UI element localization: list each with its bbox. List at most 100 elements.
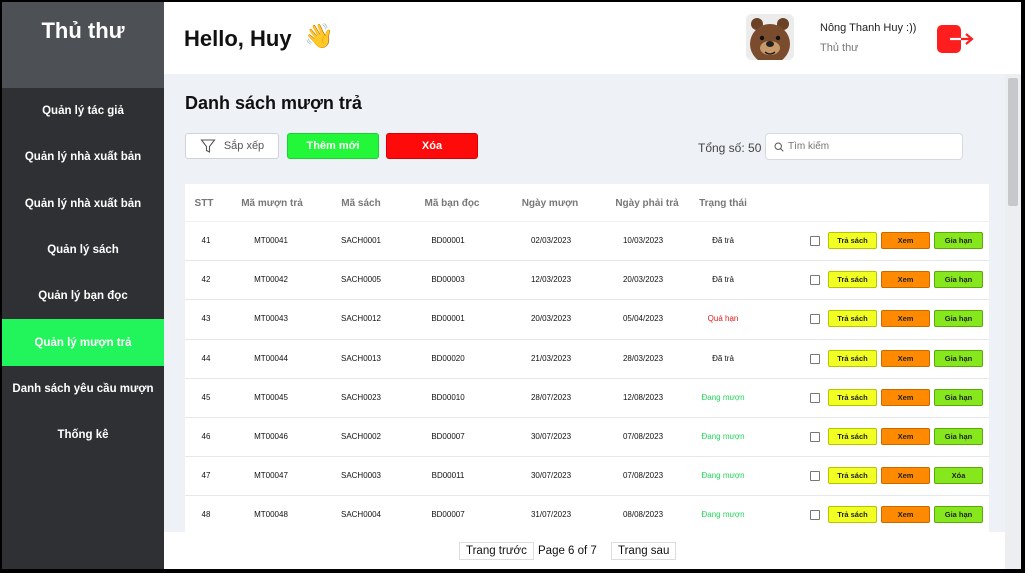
extend-button[interactable]: Gia hạn [934,506,983,524]
cell-reader-id: BD00007 [431,510,465,520]
row-checkbox[interactable] [810,353,820,364]
delete-row-button[interactable]: Xóa [934,467,983,485]
column-header-loan-id: Mã mượn trả [241,198,303,209]
return-book-button[interactable]: Trả sách [828,232,877,249]
sort-button[interactable]: Sắp xếp [185,133,279,159]
add-new-button[interactable]: Thêm mới [287,133,379,159]
sidebar-header: Thủ thư [2,2,164,88]
sidebar-item-statistics[interactable]: Thống kê [2,412,164,458]
extend-button[interactable]: Gia hạn [934,271,983,289]
extend-button[interactable]: Gia hạn [934,310,983,328]
row-checkbox[interactable] [810,236,820,246]
sidebar-item-borrow-requests[interactable]: Danh sách yêu cầu mượn [2,366,164,412]
return-book-button[interactable]: Trả sách [828,427,877,445]
return-book-button[interactable]: Trả sách [828,506,877,524]
view-button[interactable]: Xem [881,506,930,524]
cell-borrow-date: 20/03/2023 [530,314,572,324]
return-book-button[interactable]: Trả sách [828,388,877,406]
row-checkbox[interactable] [810,392,820,403]
sidebar-item-label: Quản lý bạn đọc [38,290,128,303]
cell-book-id: SACH0012 [340,314,382,324]
table-row: 45 MT00045 SACH0023 BD00010 28/07/2023 12/08/… [185,379,989,418]
scrollbar-thumb[interactable] [1008,78,1018,206]
sidebar-nav: Quản lý tác giả Quản lý nhà xuất bản Quả… [2,88,164,458]
view-button[interactable]: Xem [881,349,930,367]
cell-loan-id: MT00043 [254,314,288,324]
cell-loan-id: MT00044 [254,353,288,363]
table-row: 43 MT00043 SACH0012 BD00001 20/03/2023 05/04/… [185,300,989,340]
next-page-button[interactable]: Trang sau [611,542,677,560]
sidebar-item-label: Quản lý nhà xuất bản [24,151,142,164]
cell-status: Đang mượn [701,510,745,520]
previous-page-button[interactable]: Trang trước [459,542,534,560]
user-name: Nông Thanh Huy :)) [820,22,917,34]
cell-status: Đang mượn [701,431,745,441]
sidebar-item-publishers-2[interactable]: Quản lý nhà xuất bản [2,181,164,227]
cell-due-date: 05/04/2023 [622,314,664,324]
cell-status: Đã trả [712,236,734,245]
view-button[interactable]: Xem [881,467,930,485]
cell-stt: 43 [201,314,211,324]
sidebar-item-books[interactable]: Quản lý sách [2,227,164,273]
return-book-button[interactable]: Trả sách [828,310,877,328]
row-checkbox[interactable] [810,471,820,482]
row-checkbox[interactable] [810,510,820,521]
sidebar-item-publishers[interactable]: Quản lý nhà xuất bản [2,134,164,180]
extend-button[interactable]: Gia hạn [934,232,983,249]
extend-button[interactable]: Gia hạn [934,388,983,406]
cell-borrow-date: 12/03/2023 [530,275,572,285]
pagination: Trang trước Page 6 of 7 Trang sau [164,532,1005,569]
search-input[interactable] [788,141,958,152]
vertical-scrollbar[interactable] [1005,74,1021,569]
sidebar-item-label: Quản lý sách [47,244,119,257]
logout-button[interactable] [936,24,976,56]
cell-loan-id: MT00041 [254,236,288,245]
table-body: 41 MT00041 SACH0001 BD00001 02/03/2023 10/03/… [185,222,989,534]
cell-book-id: SACH0002 [340,431,382,441]
cell-borrow-date: 30/07/2023 [530,431,572,441]
column-header-stt: STT [194,198,214,209]
cell-loan-id: MT00048 [254,510,288,520]
sidebar-item-readers[interactable]: Quản lý bạn đọc [2,273,164,319]
view-button[interactable]: Xem [881,388,930,406]
cell-status: Đã trả [712,353,734,363]
return-book-button[interactable]: Trả sách [828,271,877,289]
cell-reader-id: BD00003 [431,275,465,285]
sidebar-item-loans[interactable]: Quản lý mượn trả [2,319,164,366]
sidebar-item-label: Quản lý mượn trả [34,336,132,349]
cell-reader-id: BD00001 [431,236,465,245]
cell-book-id: SACH0001 [340,236,382,245]
cell-borrow-date: 31/07/2023 [530,510,572,520]
table-row: 41 MT00041 SACH0001 BD00001 02/03/2023 10/03/… [185,222,989,262]
row-checkbox[interactable] [810,314,820,325]
sidebar-item-authors[interactable]: Quản lý tác giả [2,88,164,134]
search-box[interactable] [765,133,963,160]
row-checkbox[interactable] [810,275,820,286]
cell-reader-id: BD00020 [431,353,465,363]
view-button[interactable]: Xem [881,310,930,328]
avatar[interactable] [746,14,794,60]
cell-status: Đang mượn [701,471,745,481]
column-header-borrow-date: Ngày mượn [521,198,579,209]
view-button[interactable]: Xem [881,427,930,445]
extend-button[interactable]: Gia hạn [934,349,983,367]
search-icon [774,141,784,152]
top-header: Hello, Huy 👋 Nông Thanh Huy :)) Thủ thư [164,2,1021,74]
cell-reader-id: BD00010 [431,392,465,402]
table-row: 48 MT00048 SACH0004 BD00007 31/07/2023 08/08/… [185,496,989,534]
view-button[interactable]: Xem [881,232,930,249]
extend-button[interactable]: Gia hạn [934,427,983,445]
cell-due-date: 07/08/2023 [622,431,664,441]
sidebar-item-label: Danh sách yêu cầu mượn [12,382,154,395]
return-book-button[interactable]: Trả sách [828,349,877,367]
cell-loan-id: MT00046 [254,431,288,441]
table-row: 47 MT00047 SACH0003 BD00011 30/07/2023 07/08/… [185,457,989,497]
view-button[interactable]: Xem [881,271,930,289]
column-header-status: Trạng thái [699,198,747,209]
row-checkbox[interactable] [810,431,820,442]
return-book-button[interactable]: Trả sách [828,467,877,485]
page-title: Danh sách mượn trả [185,93,362,113]
sidebar-item-label: Quản lý tác giả [42,105,124,118]
cell-stt: 42 [201,275,211,285]
delete-button[interactable]: Xóa [386,133,478,159]
